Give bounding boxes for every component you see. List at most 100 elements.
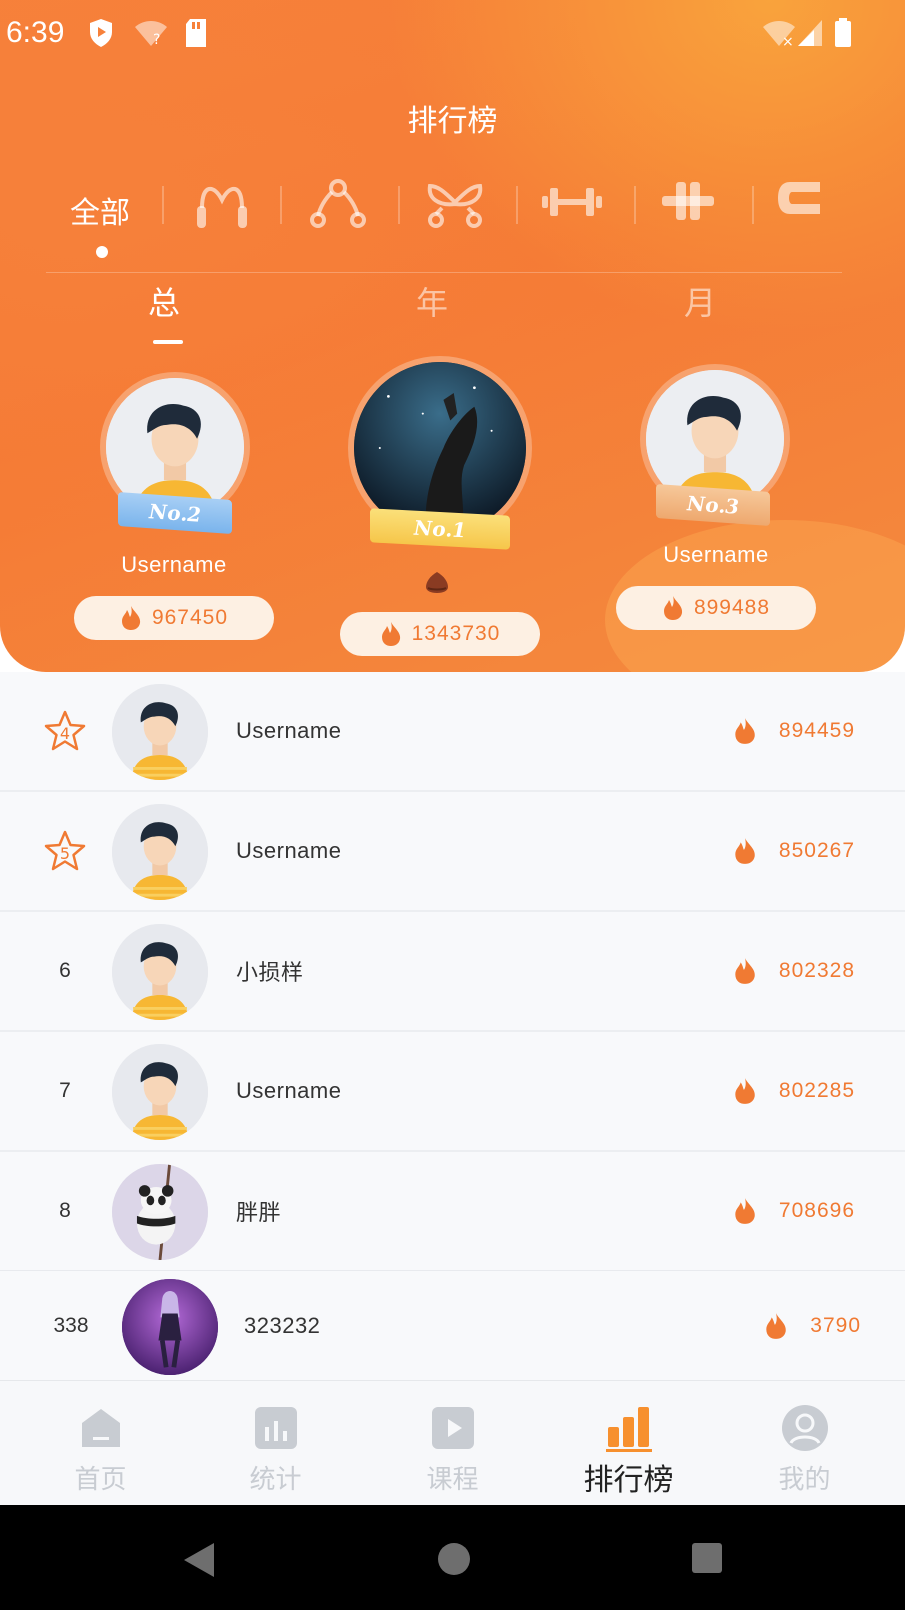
rank-star: 4 [40,672,90,790]
avatar [112,924,208,1020]
list-item[interactable]: 6 小损样 802328 [0,912,905,1032]
flame-icon [735,1198,755,1224]
rank-number: 4 [60,724,70,743]
score-value: 894459 [778,719,855,742]
category-separator [398,186,400,224]
tab-label: 首页 [74,1465,127,1495]
my-rank-row[interactable]: 338 323232 3790 [0,1270,905,1381]
grip-icon[interactable] [776,178,822,218]
ranking-bars-icon [606,1407,652,1452]
active-category-dot [96,246,108,258]
tab-home[interactable]: 首页 [10,1381,191,1506]
jump-rope-icon[interactable] [194,180,250,230]
bottom-tab-bar: 首页 统计 课程 排行榜 我的 [0,1380,905,1506]
user-score: 894459 [733,672,855,790]
stats-icon [255,1407,297,1449]
wifi-unknown-icon: ? [135,21,167,48]
category-separator [752,186,754,224]
list-item[interactable]: 4 Username 894459 [0,672,905,792]
user-score: 850267 [733,792,855,910]
rank-badge-no1: No.1 [370,508,510,550]
tab-ranking[interactable]: 排行榜 [538,1381,719,1506]
score-value: 3790 [810,1314,861,1337]
svg-text:×: × [782,34,794,48]
score-value: 967450 [151,606,229,629]
svg-text:?: ? [153,32,160,48]
avatar [112,1044,208,1140]
avatar [112,684,208,780]
user-name: Username [236,1078,342,1103]
podium-first[interactable]: No.1 1343730 [320,356,560,656]
score-pill: 967450 [74,596,274,640]
flame-icon [381,622,400,646]
course-play-icon [432,1407,474,1449]
tab-stats[interactable]: 统计 [185,1381,366,1506]
dumbbell-icon[interactable] [540,184,604,220]
category-separator [516,186,518,224]
user-score: 802328 [733,912,855,1030]
status-bar: 6:39 ? × [0,0,905,70]
home-circle-icon[interactable] [436,1541,472,1577]
list-item[interactable]: 8 胖胖 708696 [0,1152,905,1272]
category-divider [46,272,842,273]
period-tab-year[interactable]: 年 [372,278,492,324]
user-score: 802285 [733,1032,855,1150]
podium-third[interactable]: No.3 Username 899488 [596,364,836,634]
tab-label: 排行榜 [583,1463,674,1498]
list-item[interactable]: 7 Username 802285 [0,1032,905,1152]
avatar [112,804,208,900]
sd-card-icon [186,19,206,47]
user-name: 323232 [244,1313,321,1338]
tab-course[interactable]: 课程 [362,1381,543,1506]
podium-name: Username [663,542,769,567]
category-separator [162,186,164,224]
signal-icon [798,20,822,46]
system-navigation-bar [0,1505,905,1610]
tab-label: 我的 [778,1465,831,1495]
rank-number: 5 [60,844,70,863]
active-period-indicator [153,340,183,344]
period-tab-month[interactable]: 月 [640,278,760,324]
back-icon[interactable] [182,1541,216,1579]
category-separator [280,186,282,224]
ab-roller-icon[interactable] [424,178,486,230]
podium-name: Username [121,552,227,577]
star-icon: 5 [44,830,86,871]
tab-label: 课程 [426,1465,479,1495]
score-pill: 1343730 [340,612,540,656]
recents-icon[interactable] [690,1541,724,1575]
avatar [122,1279,218,1375]
score-value: 802285 [778,1079,855,1102]
barbell-icon[interactable] [660,180,716,222]
flame-icon [735,718,755,744]
avatar [112,1164,208,1260]
category-separator [634,186,636,224]
flame-icon [766,1313,787,1339]
podium-second[interactable]: No.2 Username 967450 [54,372,294,642]
user-name: 小损样 [236,960,304,985]
flame-icon [663,596,683,620]
flame-icon [735,838,755,864]
profile-icon [782,1405,828,1451]
score-value: 1343730 [411,622,501,645]
flame-icon [735,958,755,984]
user-name: Username [236,838,342,863]
user-name: Username [236,718,342,743]
rank-star: 5 [40,792,90,910]
user-score: 3790 [764,1271,861,1381]
flame-icon [121,606,141,630]
resistance-band-icon[interactable] [308,178,368,230]
tab-label: 统计 [249,1465,302,1495]
user-score: 708696 [733,1152,855,1270]
category-tab-all[interactable]: 全部 [50,175,150,245]
list-item[interactable]: 5 Username 850267 [0,792,905,912]
tab-profile[interactable]: 我的 [714,1381,895,1506]
score-pill: 899488 [616,586,816,630]
home-icon [82,1409,120,1447]
flame-icon [735,1078,755,1104]
page-title: 排行榜 [407,104,498,139]
score-value: 802328 [778,959,855,982]
score-value: 708696 [778,1199,855,1222]
period-tab-total[interactable]: 总 [104,278,224,324]
rank-badge-no3: No.3 [656,484,770,526]
